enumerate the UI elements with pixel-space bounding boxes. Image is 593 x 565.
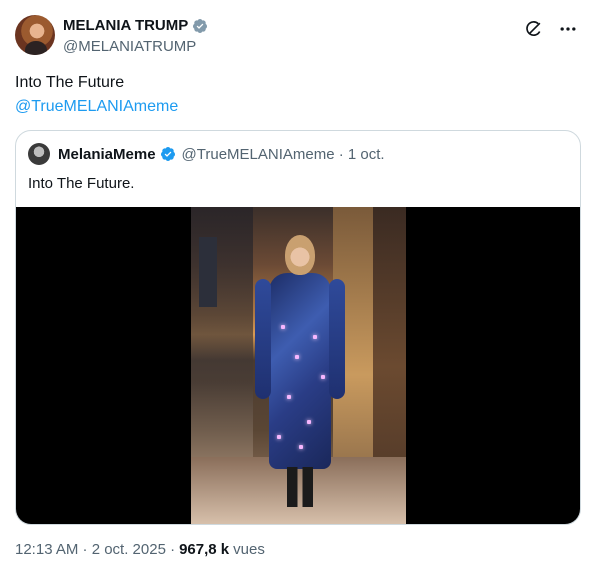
- views-label: vues: [233, 541, 265, 558]
- verified-badge-icon: [160, 146, 176, 162]
- video-player[interactable]: [16, 207, 580, 524]
- tweet-text: Into The Future: [15, 74, 125, 91]
- author-avatar[interactable]: [15, 15, 55, 55]
- timestamp[interactable]: 12:13 AM · 2 oct. 2025 ·: [15, 541, 175, 558]
- more-horizontal-icon[interactable]: [558, 19, 578, 39]
- verified-badge-icon: [192, 18, 208, 34]
- quoted-author-avatar[interactable]: [28, 143, 50, 165]
- grok-icon[interactable]: [524, 19, 544, 39]
- quoted-tweet-text: Into The Future.: [28, 175, 135, 192]
- quoted-author-name[interactable]: MelaniaMeme: [58, 146, 156, 163]
- views-count: 967,8 k: [179, 541, 230, 558]
- mention-link[interactable]: @TrueMELANIAmeme: [15, 96, 178, 118]
- quoted-author-meta[interactable]: @TrueMELANIAmeme · 1 oct.: [182, 146, 385, 163]
- tweet-header: MELANIA TRUMP @MELANIATRUMP: [15, 15, 578, 57]
- author-handle[interactable]: @MELANIATRUMP: [63, 38, 208, 56]
- video-frame[interactable]: [191, 207, 406, 524]
- tweet-footer: 12:13 AM · 2 oct. 2025 · 967,8 k vues: [15, 541, 265, 558]
- quoted-tweet-card[interactable]: MelaniaMeme @TrueMELANIAmeme · 1 oct. In…: [15, 130, 581, 525]
- author-info: MELANIA TRUMP @MELANIATRUMP: [63, 17, 208, 56]
- video-figure: [251, 235, 347, 510]
- quoted-tweet-header: MelaniaMeme @TrueMELANIAmeme · 1 oct.: [28, 143, 385, 165]
- author-display-name[interactable]: MELANIA TRUMP: [63, 17, 188, 35]
